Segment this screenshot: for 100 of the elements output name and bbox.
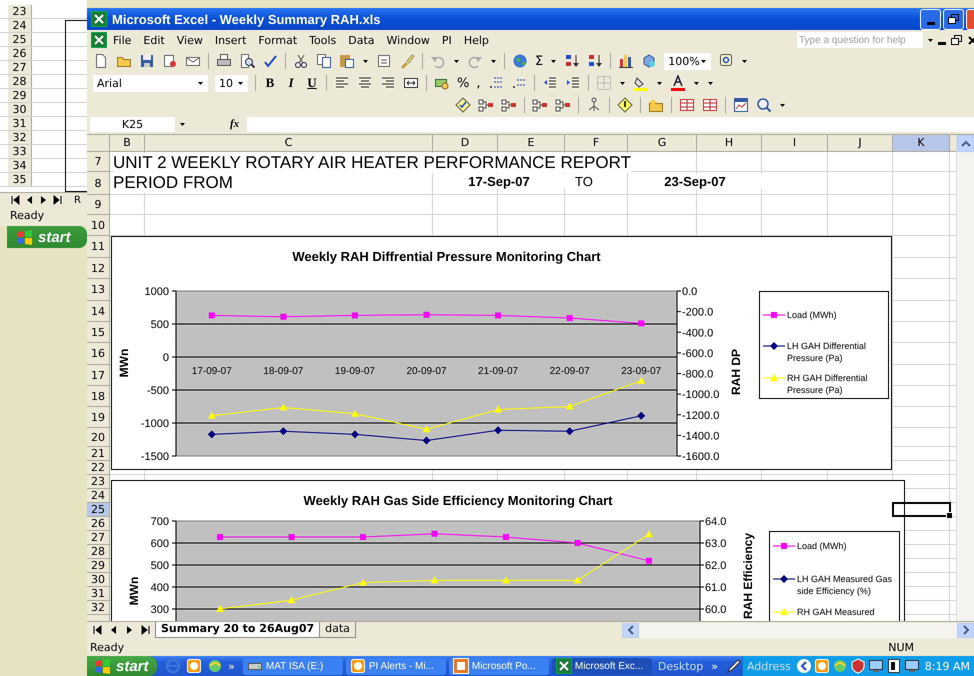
row-header[interactable]: 25 <box>87 503 110 517</box>
axis-tick-label: -1400.0 <box>682 430 720 442</box>
column-header[interactable]: B <box>110 135 145 152</box>
category-label: 19-09-07 <box>334 366 375 377</box>
row-header[interactable]: 32 <box>87 601 110 615</box>
row-header[interactable]: 27 <box>87 531 110 545</box>
row-header[interactable]: 14 <box>87 301 110 322</box>
column-header[interactable]: D <box>433 135 498 152</box>
row-header[interactable]: 23 <box>87 475 110 489</box>
row-header[interactable]: 21 <box>87 447 110 461</box>
row-header[interactable]: 24 <box>87 489 110 503</box>
legend-label: LH GAH Differential Pressure (Pa) <box>787 340 867 364</box>
row-header[interactable]: 31 <box>87 587 110 601</box>
axis-tick-label: 600 <box>150 538 169 550</box>
axis-tick-label: -800.0 <box>682 368 714 380</box>
taskbar-button[interactable]: Microsoft Po... <box>448 658 549 674</box>
row-header[interactable]: 16 <box>87 343 110 365</box>
row-header[interactable]: 17 <box>87 365 110 386</box>
legend-label: RH GAH Measured <box>797 606 876 618</box>
axis-tick-label: -400.0 <box>682 327 714 340</box>
start-button[interactable]: start <box>87 656 158 676</box>
row-header[interactable]: 13 <box>87 279 110 301</box>
row-number: 34 <box>8 159 32 172</box>
row-number: 33 <box>8 145 32 158</box>
row-header[interactable]: 12 <box>87 258 110 279</box>
taskbar-button[interactable]: PI Alerts - Mi... <box>346 658 446 674</box>
menu-item[interactable]: File <box>107 34 138 46</box>
row-number: 23 <box>8 5 32 18</box>
menu-item[interactable]: Insert <box>208 34 252 46</box>
clock-time: 8:19 AM <box>924 660 970 672</box>
row-header[interactable]: 8 <box>87 172 110 195</box>
taskbar-button[interactable]: Microsoft Exc... <box>552 658 652 674</box>
menu-item[interactable]: Edit <box>137 34 171 46</box>
axis-tick-label: 1000 <box>144 286 169 298</box>
row-header[interactable]: 28 <box>87 545 110 559</box>
axis-tick-label: 300 <box>150 604 169 616</box>
autosum-button[interactable]: Σ <box>535 54 544 68</box>
column-header[interactable]: J <box>828 135 893 152</box>
font-size-dropdown[interactable]: 10 <box>215 74 248 92</box>
menu-item[interactable]: Data <box>342 34 381 46</box>
row-header[interactable]: 11 <box>87 236 110 258</box>
menu-item[interactable]: PI <box>436 34 458 46</box>
row-header[interactable]: 29 <box>87 559 110 573</box>
bold-button[interactable]: B <box>263 75 277 91</box>
column-header[interactable]: G <box>628 135 697 152</box>
to-label: TO <box>575 174 593 189</box>
sheet-tab[interactable]: Summary 20 to 26Aug07 <box>155 622 320 638</box>
menu-item[interactable]: Tools <box>303 34 342 46</box>
insert-function-button[interactable]: fx <box>230 118 240 130</box>
row-header[interactable]: 9 <box>87 195 110 215</box>
row-header[interactable]: 18 <box>87 386 110 407</box>
row-header[interactable]: 19 <box>87 407 110 428</box>
status-text: Ready <box>9 208 46 224</box>
axis-tick-label: 500 <box>150 560 169 572</box>
legend-label: Load (MWh) <box>787 309 838 321</box>
desktop-toolbar-label[interactable]: Desktop <box>658 660 704 672</box>
column-header[interactable]: C <box>145 135 433 152</box>
more-button[interactable]: » <box>711 660 718 672</box>
column-header[interactable]: E <box>498 135 565 152</box>
menu-item[interactable]: Help <box>458 34 495 46</box>
percent-button[interactable]: % <box>457 76 470 90</box>
axis-tick-label: 63.0 <box>705 538 726 550</box>
row-header[interactable]: 22 <box>87 461 110 475</box>
axis-tick-label: -600.0 <box>682 348 714 360</box>
report-title: UNIT 2 WEEKLY ROTARY AIR HEATER PERFORMANCE REPORT <box>113 153 631 173</box>
italic-button[interactable]: I <box>284 75 298 91</box>
row-header[interactable]: 26 <box>87 517 110 531</box>
row-number: 25 <box>8 33 32 46</box>
sheet-tab[interactable]: data <box>319 622 356 638</box>
axis-tick-label: -200.0 <box>682 306 714 319</box>
taskbar-button[interactable]: MAT ISA (E:) <box>242 658 343 674</box>
row-header[interactable]: 20 <box>87 428 110 447</box>
menu-item[interactable]: Format <box>252 34 304 46</box>
help-search-field[interactable]: Type a question for help <box>797 32 923 48</box>
axis-title: RAH Efficiency <box>741 532 755 620</box>
menu-item[interactable]: Window <box>380 34 436 46</box>
row-header[interactable]: 30 <box>87 573 110 587</box>
column-header[interactable]: H <box>697 135 762 152</box>
comma-button[interactable]: , <box>476 76 480 90</box>
column-header[interactable]: K <box>893 135 950 152</box>
column-header[interactable]: I <box>762 135 828 152</box>
sheet-tab[interactable]: R <box>74 194 81 206</box>
row-number: 31 <box>8 117 32 130</box>
axis-tick-label: 0 <box>162 352 169 364</box>
axis-tick-label: -1000.0 <box>682 389 720 402</box>
name-box[interactable]: K25 <box>90 116 175 132</box>
chart-title: Weekly RAH Gas Side Efficiency Monitoring Chart <box>304 493 612 508</box>
column-header[interactable]: F <box>565 135 628 152</box>
menu-item[interactable]: View <box>170 34 209 46</box>
row-header[interactable]: 15 <box>87 322 110 343</box>
axis-title: MWn <box>127 576 141 606</box>
zoom-dropdown[interactable]: 100% <box>664 52 712 70</box>
window-title: Microsoft Excel - Weekly Summary RAH.xls <box>112 12 381 26</box>
start-button[interactable]: start <box>7 226 87 248</box>
row-header[interactable]: 7 <box>87 152 110 172</box>
underline-button[interactable]: U <box>305 75 319 91</box>
axis-tick-label: -1600.0 <box>682 451 720 463</box>
more-button[interactable]: » <box>228 660 235 672</box>
font-dropdown[interactable]: Arial <box>93 74 208 92</box>
row-header[interactable]: 10 <box>87 215 110 236</box>
